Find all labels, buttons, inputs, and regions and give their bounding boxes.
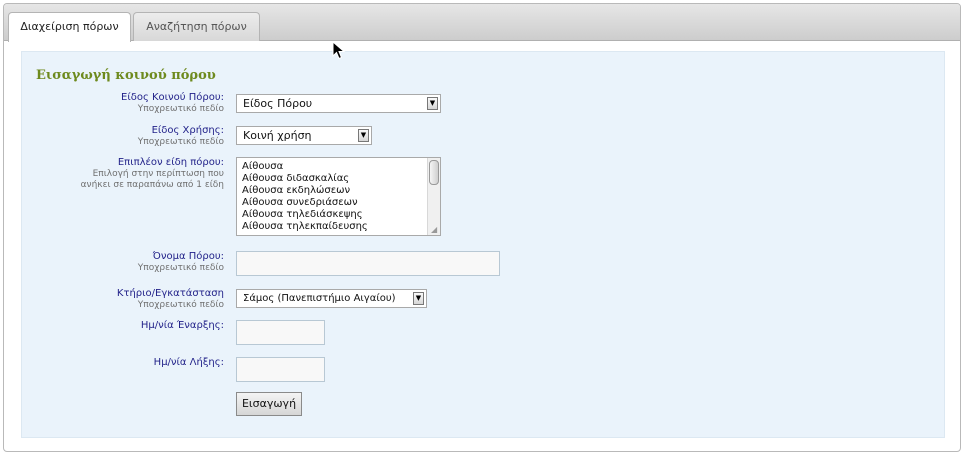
list-item[interactable]: Αίθουσα εκδηλώσεων — [237, 185, 440, 197]
insert-resource-panel: Εισαγωγή κοινού πόρου Είδος Κοινού Πόρου… — [21, 51, 945, 438]
listbox-scrollbar[interactable] — [427, 158, 440, 235]
main-window: Διαχείριση πόρων Αναζήτηση πόρων Εισαγωγ… — [3, 3, 961, 452]
resource-name-label-text: Όνομα Πόρου: — [152, 251, 224, 262]
start-date-label-text: Ημ/νία Έναρξης: — [140, 320, 224, 331]
usage-type-select[interactable]: Κοινή χρήση ▼ — [236, 126, 372, 145]
start-date-input[interactable] — [236, 320, 325, 345]
required-hint: Υποχρεωτικό πεδίο — [137, 104, 224, 114]
end-date-label: Ημ/νία Λήξης: — [154, 357, 224, 369]
resource-type-label-text: Είδος Κοινού Πόρου: — [121, 92, 224, 103]
tab-resource-search[interactable]: Αναζήτηση πόρων — [133, 12, 260, 41]
required-hint: Υποχρεωτικό πεδίο — [137, 263, 224, 273]
tab-resource-management[interactable]: Διαχείριση πόρων — [8, 12, 131, 42]
resource-type-label: Είδος Κοινού Πόρου: Υποχρεωτικό πεδίο — [121, 92, 224, 115]
tab-bar: Διαχείριση πόρων Αναζήτηση πόρων — [4, 4, 960, 42]
building-select[interactable]: Σάμος (Πανεπιστήμιο Αιγαίου) ▼ — [236, 289, 427, 308]
resource-name-input[interactable] — [236, 251, 500, 276]
start-date-label: Ημ/νία Έναρξης: — [141, 320, 224, 332]
end-date-input[interactable] — [236, 357, 325, 382]
submit-button[interactable]: Εισαγωγή — [236, 392, 302, 416]
extra-types-hint-2: ανήκει σε παραπάνω από 1 είδη — [80, 180, 224, 190]
extra-types-label-text: Επιπλέον είδη πόρου: — [117, 157, 224, 168]
list-item[interactable]: Αίθουσα συνεδριάσεων — [237, 197, 440, 209]
form-legend: Εισαγωγή κοινού πόρου — [36, 68, 216, 83]
resize-grip-icon[interactable]: ◢ — [431, 226, 439, 234]
chevron-down-icon: ▼ — [358, 129, 369, 142]
list-item[interactable]: Αίθουσα διδασκαλίας — [237, 173, 440, 185]
building-value: Σάμος (Πανεπιστήμιο Αιγαίου) — [243, 293, 396, 304]
extra-types-hint-1: Επιλογή στην περίπτωση που — [92, 169, 224, 179]
usage-type-value: Κοινή χρήση — [243, 129, 312, 142]
chevron-down-icon: ▼ — [413, 292, 424, 305]
end-date-label-text: Ημ/νία Λήξης: — [153, 357, 224, 368]
building-label-text: Κτήριο/Εγκατάσταση — [116, 288, 224, 299]
required-hint: Υποχρεωτικό πεδίο — [137, 300, 224, 310]
resource-type-select[interactable]: Είδος Πόρου ▼ — [236, 94, 441, 113]
building-label: Κτήριο/Εγκατάσταση Υποχρεωτικό πεδίο — [117, 288, 224, 311]
list-item[interactable]: Αίθουσα — [237, 161, 440, 173]
resource-name-label: Όνομα Πόρου: Υποχρεωτικό πεδίο — [138, 251, 224, 274]
scrollbar-thumb[interactable] — [429, 160, 439, 185]
list-item[interactable]: Αίθουσα τηλεδιάσκεψης — [237, 209, 440, 221]
required-hint: Υποχρεωτικό πεδίο — [137, 137, 224, 147]
extra-types-label: Επιπλέον είδη πόρου: Επιλογή στην περίπτ… — [81, 157, 224, 191]
resource-type-value: Είδος Πόρου — [243, 97, 313, 110]
list-item[interactable]: Αίθουσα τηλεκπαίδευσης — [237, 221, 440, 233]
extra-types-listbox[interactable]: Αίθουσα Αίθουσα διδασκαλίας Αίθουσα εκδη… — [236, 157, 441, 236]
mouse-pointer-icon — [332, 41, 346, 60]
usage-type-label-text: Είδος Χρήσης: — [151, 125, 224, 136]
chevron-down-icon: ▼ — [427, 97, 438, 110]
usage-type-label: Είδος Χρήσης: Υποχρεωτικό πεδίο — [138, 125, 224, 148]
